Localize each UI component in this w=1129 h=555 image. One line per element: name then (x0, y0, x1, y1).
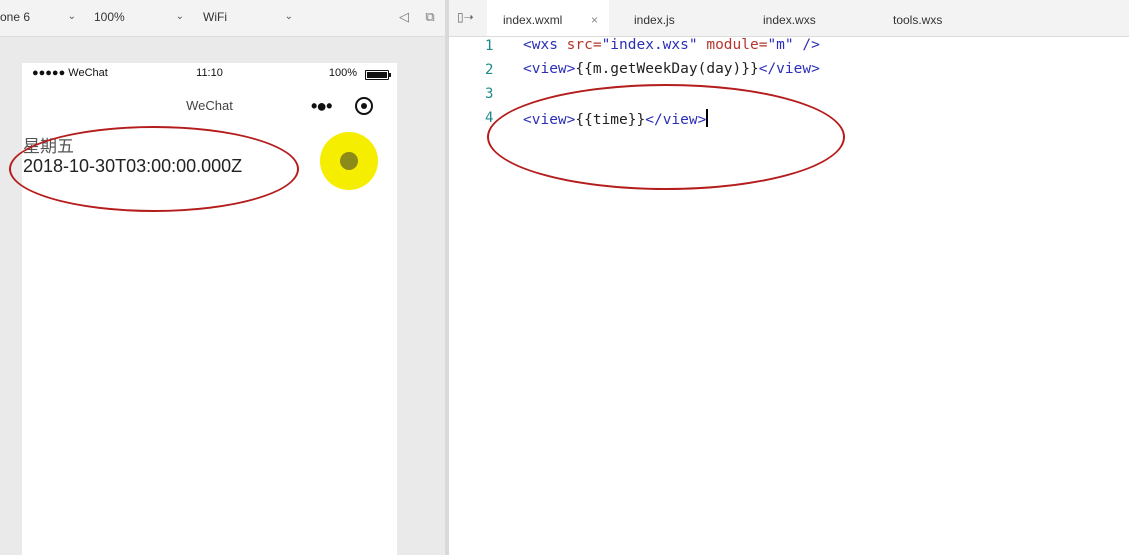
mouse-cursor-highlight (320, 132, 378, 190)
code-line-1: <wxs src="index.wxs" module="m" /> (523, 37, 820, 53)
network-select-value: WiFi (203, 10, 227, 24)
code-token-attr: src= (566, 37, 602, 53)
tab-label: index.wxs (763, 13, 816, 27)
tab-label: tools.wxs (893, 13, 943, 27)
zoom-select-value: 100% (94, 10, 125, 24)
zoom-select[interactable]: 100% ⌄ (94, 6, 184, 28)
code-token-string: "index.wxs" (601, 37, 698, 53)
chevron-down-icon: ⌄ (175, 11, 184, 22)
code-token-tag: <wxs (523, 37, 567, 53)
nav-title: WeChat (186, 98, 233, 113)
code-token-tag: /> (793, 37, 820, 53)
tab-index-js[interactable]: index.js (634, 0, 694, 36)
detach-window-icon[interactable]: ⧉ (422, 9, 438, 25)
annotation-circle-code (487, 84, 845, 190)
simulator-toolbar: one 6 ⌄ 100% ⌄ WiFi ⌄ ◁ ⧉ (0, 0, 445, 37)
device-select-value: one 6 (0, 10, 31, 24)
editor-tab-bar: ▯➝ index.wxml × index.js index.wxs tools… (449, 0, 1129, 37)
status-bar: ●●●●● WeChat 11:10 100% (22, 63, 397, 85)
code-token-tag: </view> (758, 61, 820, 77)
editor-pane: ▯➝ index.wxml × index.js index.wxs tools… (449, 0, 1129, 555)
network-select[interactable]: WiFi ⌄ (203, 6, 293, 28)
chevron-down-icon: ⌄ (67, 11, 76, 22)
annotation-circle-output (9, 126, 299, 212)
device-select[interactable]: one 6 ⌄ (0, 6, 76, 28)
more-icon[interactable]: •●• (311, 96, 333, 117)
battery-percent: 100% (328, 67, 357, 79)
line-number: 2 (485, 62, 494, 78)
tab-index-wxml[interactable]: index.wxml × (487, 0, 609, 36)
close-miniprogram-icon[interactable] (355, 97, 373, 115)
battery-icon (365, 70, 391, 80)
tab-label: index.wxml (503, 13, 563, 27)
chevron-down-icon: ⌄ (284, 11, 293, 22)
line-number: 1 (485, 38, 494, 54)
code-token-tag: <view> (523, 61, 576, 77)
code-token-attr: module= (697, 37, 768, 53)
tab-index-wxs[interactable]: index.wxs (763, 0, 833, 36)
code-line-2: <view>{{m.getWeekDay(day)}}</view> (523, 61, 820, 77)
split-editor-icon[interactable]: ▯➝ (457, 10, 474, 24)
volume-icon[interactable]: ◁ (396, 9, 412, 25)
navigation-bar: WeChat •●• (22, 85, 397, 127)
close-icon[interactable]: × (591, 0, 598, 40)
tab-tools-wxs[interactable]: tools.wxs (893, 0, 963, 36)
code-token-text: {{m.getWeekDay(day)}} (575, 61, 759, 77)
code-token-string: "m" (767, 37, 794, 53)
simulator-pane: one 6 ⌄ 100% ⌄ WiFi ⌄ ◁ ⧉ ●●●●● WeChat 1… (0, 0, 445, 555)
tab-label: index.js (634, 13, 675, 27)
line-number: 3 (485, 86, 494, 102)
